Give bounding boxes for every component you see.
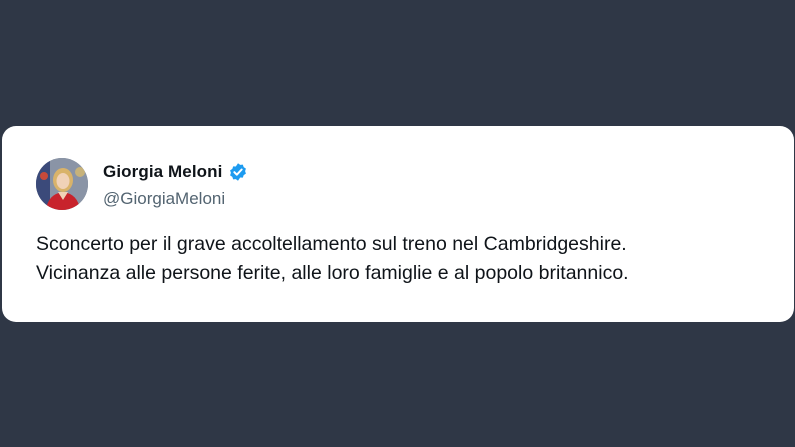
tweet-card[interactable]: Giorgia Meloni @GiorgiaMeloni Sconcerto … [2,126,794,322]
author-display-name[interactable]: Giorgia Meloni [103,162,222,182]
author-handle[interactable]: @GiorgiaMeloni [103,189,225,209]
tweet-text: Sconcerto per il grave accoltellamento s… [36,230,776,288]
avatar[interactable] [36,158,88,210]
tweet-text-line: Sconcerto per il grave accoltellamento s… [36,233,627,255]
tweet-text-line: Vicinanza alle persone ferite, alle loro… [36,262,629,284]
profile-photo-icon [36,158,88,210]
verified-badge-icon [228,162,248,182]
author-name-row: Giorgia Meloni [103,162,248,182]
